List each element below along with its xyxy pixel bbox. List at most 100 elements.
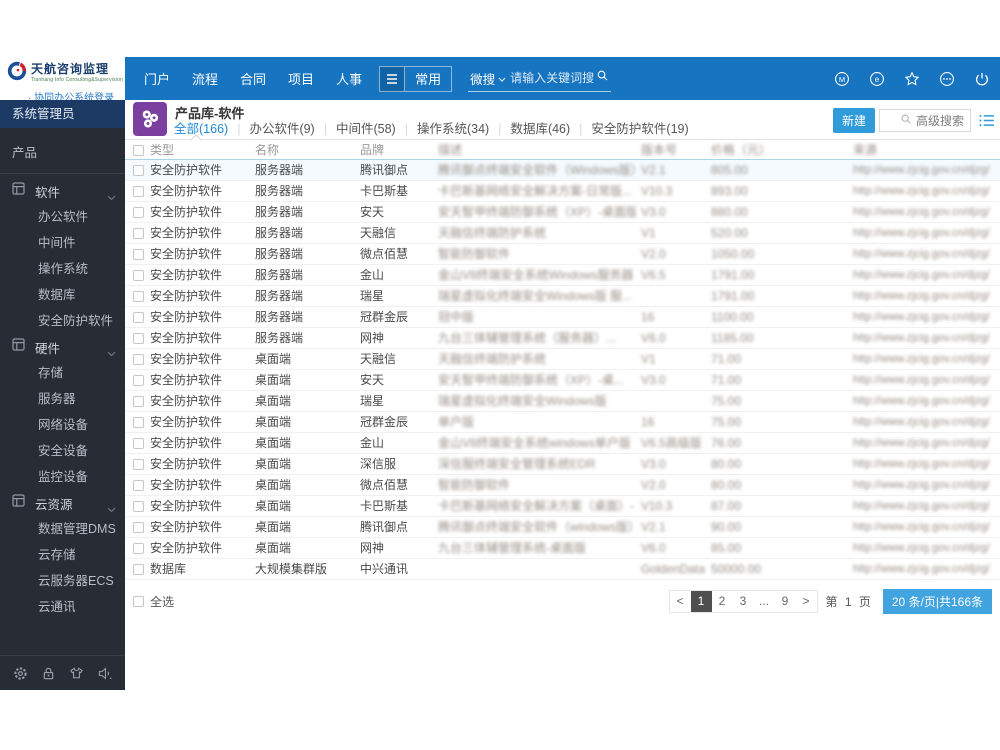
speaker-volume-icon[interactable] bbox=[97, 666, 113, 681]
sidebar-item[interactable]: 云服务器ECS bbox=[0, 568, 125, 594]
nav-item[interactable]: 合同 bbox=[229, 69, 277, 88]
row-checkbox[interactable] bbox=[133, 332, 144, 344]
table-row[interactable]: 安全防护软件 服务器端 微点佰慧 智能防御软件 V2.0 1050.00 htt… bbox=[125, 243, 1000, 265]
row-checkbox[interactable] bbox=[133, 479, 144, 491]
table-row[interactable]: 安全防护软件 桌面端 微点佰慧 智能防御软件 V2.0 80.00 http:/… bbox=[125, 474, 1000, 496]
table-row[interactable]: 安全防护软件 桌面端 卡巴斯基 卡巴斯基网络安全解决方案（桌面）- KES...… bbox=[125, 495, 1000, 517]
message-icon[interactable]: e bbox=[869, 71, 885, 87]
nav-item-common[interactable]: 常用 bbox=[405, 65, 453, 92]
table-row[interactable]: 安全防护软件 桌面端 天融信 天融信终端防护系统 V1 71.00 http:/… bbox=[125, 348, 1000, 370]
row-checkbox[interactable] bbox=[133, 185, 144, 197]
table-row[interactable]: 安全防护软件 桌面端 网神 九台三体辅管理系统-桌面版 V6.0 85.00 h… bbox=[125, 537, 1000, 559]
category-tab[interactable]: 办公软件(9) bbox=[249, 118, 336, 140]
page-size-button[interactable]: 20 条/页|共166条 bbox=[882, 588, 992, 614]
row-checkbox[interactable] bbox=[133, 395, 144, 407]
row-checkbox[interactable] bbox=[133, 269, 144, 281]
page-button[interactable]: ... bbox=[754, 591, 775, 612]
row-checkbox[interactable] bbox=[133, 416, 144, 428]
table-row[interactable]: 安全防护软件 服务器端 金山 金山V8终端安全系统Windows服务器 V6.5… bbox=[125, 264, 1000, 286]
table-row[interactable]: 安全防护软件 服务器端 天融信 天融信终端防护系统 V1 520.00 http… bbox=[125, 222, 1000, 244]
row-checkbox[interactable] bbox=[133, 227, 144, 239]
row-checkbox[interactable] bbox=[133, 311, 144, 323]
row-checkbox[interactable] bbox=[133, 374, 144, 386]
select-all-header-checkbox[interactable] bbox=[133, 144, 144, 156]
search-icon[interactable] bbox=[596, 69, 609, 87]
sidebar-item[interactable]: 中间件 bbox=[0, 230, 125, 256]
table-row[interactable]: 安全防护软件 服务器端 腾讯御点 腾讯御点终端安全软件（Windows版） V2… bbox=[125, 159, 1000, 181]
table-row[interactable]: 数据库 大规模集群版 中兴通讯 GoldenData s... 50000.00… bbox=[125, 558, 1000, 580]
lock-icon[interactable] bbox=[41, 666, 56, 681]
sidebar-group-header[interactable]: 云资源 bbox=[0, 490, 125, 516]
nav-menu-icon[interactable] bbox=[379, 65, 406, 92]
category-tab[interactable]: 安全防护软件(19) bbox=[591, 118, 688, 140]
advanced-search-box[interactable]: 高级搜索 bbox=[879, 109, 971, 132]
new-button[interactable]: 新建 bbox=[832, 108, 875, 133]
nav-item[interactable]: 项目 bbox=[277, 69, 325, 88]
theme-shirt-icon[interactable] bbox=[69, 666, 84, 681]
sidebar-item[interactable]: 操作系统 bbox=[0, 256, 125, 282]
sidebar-item[interactable]: 存储 bbox=[0, 360, 125, 386]
page-button[interactable]: 2 bbox=[712, 591, 733, 612]
sidebar-group-header[interactable]: 软件 bbox=[0, 178, 125, 204]
table-row[interactable]: 安全防护软件 桌面端 冠群金辰 单户版 16 75.00 http://www.… bbox=[125, 411, 1000, 433]
table-row[interactable]: 安全防护软件 服务器端 安天 安天智甲终端防御系统（XP）-桌面版 V3.0 8… bbox=[125, 201, 1000, 223]
cell-brand: 微点佰慧 bbox=[355, 474, 433, 496]
row-checkbox[interactable] bbox=[133, 521, 144, 533]
sidebar-group-header[interactable]: 硬件 bbox=[0, 334, 125, 360]
table-row[interactable]: 安全防护软件 桌面端 安天 安天智甲终端防御系统（XP）-桌... V3.0 7… bbox=[125, 369, 1000, 391]
sidebar-item[interactable]: 安全设备 bbox=[0, 438, 125, 464]
row-checkbox[interactable] bbox=[133, 164, 144, 176]
row-checkbox[interactable] bbox=[133, 353, 144, 365]
sidebar-item[interactable]: 云通讯 bbox=[0, 594, 125, 620]
row-checkbox[interactable] bbox=[133, 458, 144, 470]
sidebar-item[interactable]: 云存储 bbox=[0, 542, 125, 568]
m-badge-icon[interactable]: M bbox=[834, 71, 850, 87]
nav-item[interactable]: 门户 bbox=[133, 69, 181, 88]
nav-item[interactable]: 人事 bbox=[325, 69, 373, 88]
more-options-icon[interactable] bbox=[939, 71, 955, 87]
sidebar-item[interactable]: 办公软件 bbox=[0, 204, 125, 230]
sidebar-item[interactable]: 数据库 bbox=[0, 282, 125, 308]
sidebar-section-product[interactable]: 产品 bbox=[0, 128, 125, 173]
sidebar-item[interactable]: 数据管理DMS bbox=[0, 516, 125, 542]
search-input[interactable] bbox=[510, 71, 597, 85]
category-tab[interactable]: 数据库(46) bbox=[510, 118, 591, 140]
table-row[interactable]: 安全防护软件 桌面端 瑞星 瑞星虚拟化终端安全Windows版 75.00 ht… bbox=[125, 390, 1000, 412]
sidebar-item[interactable]: 安全防护软件 bbox=[0, 308, 125, 334]
table-row[interactable]: 安全防护软件 服务器端 卡巴斯基 卡巴斯基网络安全解决方案-日常版... V10… bbox=[125, 180, 1000, 202]
favorite-star-icon[interactable] bbox=[904, 71, 920, 87]
table-row[interactable]: 安全防护软件 服务器端 冠群金辰 冠中版 16 1100.00 http://w… bbox=[125, 306, 1000, 328]
page-button[interactable]: 1 bbox=[690, 590, 712, 612]
row-checkbox[interactable] bbox=[133, 500, 144, 512]
category-tab[interactable]: 中间件(58) bbox=[336, 118, 417, 140]
table-row[interactable]: 安全防护软件 服务器端 网神 九台三体辅管理系统（服务器）... V6.0 11… bbox=[125, 327, 1000, 349]
select-all-checkbox[interactable] bbox=[133, 595, 144, 607]
table-row[interactable]: 安全防护软件 桌面端 腾讯御点 腾讯御点终端安全软件（windows版）V2.1… bbox=[125, 516, 1000, 538]
page-button[interactable]: < bbox=[670, 591, 691, 612]
sidebar-item[interactable]: 监控设备 bbox=[0, 464, 125, 490]
nav-item[interactable]: 流程 bbox=[181, 69, 229, 88]
list-view-icon[interactable] bbox=[979, 114, 994, 127]
category-tab[interactable]: 操作系统(34) bbox=[417, 118, 510, 140]
table-row[interactable]: 安全防护软件 桌面端 深信服 深信服终端安全管理系统EDR V3.0 80.00… bbox=[125, 453, 1000, 475]
row-checkbox[interactable] bbox=[133, 437, 144, 449]
row-checkbox[interactable] bbox=[133, 248, 144, 260]
cell-brand: 天融信 bbox=[355, 348, 433, 370]
power-logout-icon[interactable] bbox=[974, 71, 990, 87]
page-button[interactable]: 9 bbox=[775, 591, 796, 612]
cell-type: 安全防护软件 bbox=[145, 306, 250, 328]
category-tab[interactable]: 全部(166) bbox=[174, 118, 249, 140]
settings-gear-icon[interactable] bbox=[13, 666, 28, 681]
sidebar-item[interactable]: 网络设备 bbox=[0, 412, 125, 438]
table-row[interactable]: 安全防护软件 服务器端 瑞星 瑞星虚拟化终端安全Windows版 服... 17… bbox=[125, 285, 1000, 307]
page-button[interactable]: > bbox=[796, 591, 817, 612]
row-checkbox[interactable] bbox=[133, 563, 144, 575]
row-checkbox[interactable] bbox=[133, 542, 144, 554]
row-checkbox[interactable] bbox=[133, 206, 144, 218]
sidebar-item[interactable]: 服务器 bbox=[0, 386, 125, 412]
search-scope-selector[interactable]: 微搜 bbox=[470, 69, 495, 88]
table-row[interactable]: 安全防护软件 桌面端 金山 金山V8终端安全系统windows单户版 V6.5高… bbox=[125, 432, 1000, 454]
page-button[interactable]: 3 bbox=[733, 591, 754, 612]
row-checkbox[interactable] bbox=[133, 290, 144, 302]
advanced-search-label[interactable]: 高级搜索 bbox=[916, 112, 964, 129]
